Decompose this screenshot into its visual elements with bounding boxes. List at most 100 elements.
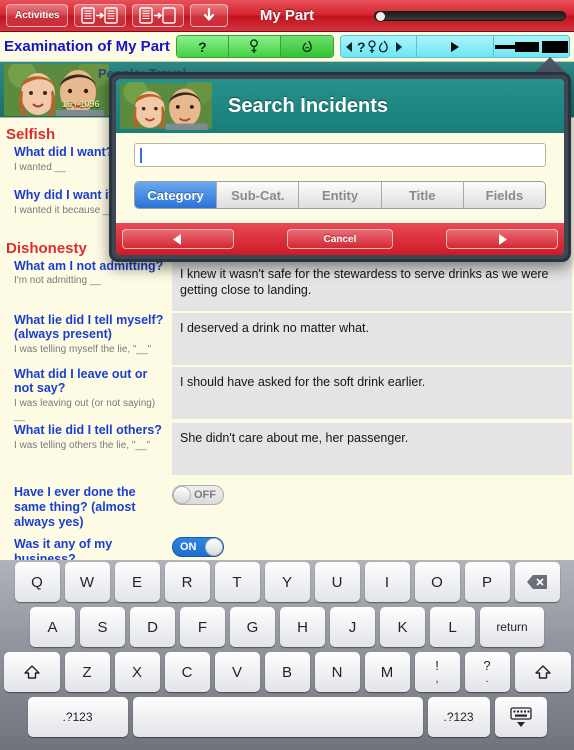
activities-button[interactable]: Activities [6,4,69,27]
key-b[interactable]: B [264,652,310,692]
qa-row: What lie did I tell myself? (always pres… [0,312,574,367]
svg-text:?: ? [357,39,366,55]
key-n[interactable]: N [314,652,360,692]
key-v[interactable]: V [214,652,260,692]
toggle-switch-on[interactable]: ON [172,537,224,558]
doc-to-doc-left-icon-button[interactable] [132,4,185,27]
key-s[interactable]: S [80,607,125,647]
key-q[interactable]: Q [14,562,60,602]
toggle-switch-off[interactable]: OFF [172,485,224,505]
question-column: What lie did I tell others? I was tellin… [0,423,172,452]
qa-row: What did I leave out or not say? I was l… [0,366,574,424]
key-y[interactable]: Y [264,562,310,602]
prev-button[interactable] [122,229,234,249]
tab-category[interactable]: Category [135,182,218,208]
next-button[interactable] [446,229,558,249]
question-hint: I was leaving out (or not saying) __ [14,398,156,422]
download-button[interactable] [190,4,229,27]
key-shift-left[interactable] [3,652,60,692]
search-input[interactable] [134,143,546,167]
answer-column: I knew it wasn't safe for the stewardess… [172,258,574,313]
doc-to-doc-right-icon-button[interactable] [74,4,127,27]
answer-text[interactable]: I knew it wasn't safe for the stewardess… [172,258,572,311]
key-p[interactable]: P [464,562,510,602]
answer-text[interactable]: She didn't care about me, her passenger. [172,423,572,475]
tab-fields[interactable]: Fields [463,182,545,208]
key-x[interactable]: X [114,652,160,692]
key-numbers-left[interactable]: .?123 [27,697,128,737]
segment-help[interactable]: ? [176,36,229,57]
toggle-knob [173,486,191,504]
key-e[interactable]: E [114,562,160,602]
cancel-button[interactable]: Cancel [287,229,393,249]
top-toolbar: Activities My Part [0,0,574,32]
key-space[interactable] [132,697,423,737]
key-exclam-label: ! [435,657,439,673]
doc-to-doc-right-icon [81,7,119,24]
key-question-label: ? [483,657,491,673]
key-u[interactable]: U [314,562,360,602]
onscreen-keyboard: Q W E R T Y U I O P A S D F G H J K L re… [0,560,574,750]
key-exclam-comma[interactable]: ! , [414,652,460,692]
shift-icon [534,665,551,679]
doc-to-doc-left-icon [139,7,177,24]
answer-column: I should have asked for the soft drink e… [172,366,574,421]
answer-text[interactable]: I should have asked for the soft drink e… [172,366,572,419]
key-hide-keyboard[interactable] [494,697,547,737]
key-backspace[interactable] [514,562,560,602]
segment-shape-icon[interactable] [280,36,333,57]
key-question-period[interactable]: ? . [464,652,510,692]
key-return[interactable]: return [480,607,544,647]
qa-toggle-row: Was it any of my business? ON [0,537,574,560]
key-j[interactable]: J [330,607,375,647]
dialog-title: Search Incidents [228,94,389,117]
key-shift-right[interactable] [514,652,571,692]
key-w[interactable]: W [64,562,110,602]
key-k[interactable]: K [380,607,425,647]
segment-nav-group[interactable]: ? [340,36,418,57]
key-l[interactable]: L [430,607,475,647]
key-a[interactable]: A [30,607,75,647]
black-bar-indicator [494,40,568,53]
question-text[interactable]: What lie did I tell myself? (always pres… [14,313,166,343]
answer-text[interactable]: I deserved a drink no matter what. [172,312,572,365]
segment-play[interactable] [417,36,494,57]
key-h[interactable]: H [280,607,325,647]
tab-title[interactable]: Title [381,182,464,208]
answer-column: She didn't care about me, her passenger. [172,423,574,477]
question-text[interactable]: What lie did I tell others? [14,423,166,438]
question-hint: I was telling myself the lie, "__" [14,344,152,355]
key-t[interactable]: T [214,562,260,602]
app-root: Activities My Part Examination of My Par… [0,0,574,750]
key-z[interactable]: Z [64,652,110,692]
key-numbers-right[interactable]: .?123 [427,697,490,737]
question-text[interactable]: Have I ever done the same thing? (almost… [14,485,166,529]
key-comma-label: , [435,673,439,686]
left-arrow-icon [173,233,181,245]
key-f[interactable]: F [180,607,225,647]
tab-sub-cat[interactable]: Sub-Cat. [217,182,300,208]
prev-next-symbols-icon: ? [345,39,402,55]
key-r[interactable]: R [164,562,210,602]
question-text[interactable]: Was it any of my business? [14,537,166,560]
green-segment-control[interactable]: ? [175,35,334,58]
play-arrow-icon [450,41,459,52]
down-arrow-icon [204,8,215,21]
tab-entity[interactable]: Entity [299,182,382,208]
key-g[interactable]: G [230,607,275,647]
couple-photo-icon [120,82,212,130]
slider-knob[interactable] [376,12,385,21]
key-c[interactable]: C [164,652,210,692]
segment-marker[interactable] [493,36,569,57]
question-text[interactable]: What did I leave out or not say? [14,367,166,397]
key-d[interactable]: D [130,607,175,647]
key-o[interactable]: O [414,562,460,602]
qa-row: What am I not admitting? I'm not admitti… [0,258,574,313]
cyan-segment-control[interactable]: ? [339,35,570,58]
segment-female-icon[interactable] [228,36,281,57]
dialog-body: Category Sub-Cat. Entity Title Fields [116,133,564,217]
search-incidents-dialog: Search Incidents Category Sub-Cat. Entit… [109,72,571,262]
progress-slider[interactable] [374,11,566,21]
key-m[interactable]: M [364,652,410,692]
key-i[interactable]: I [364,562,410,602]
